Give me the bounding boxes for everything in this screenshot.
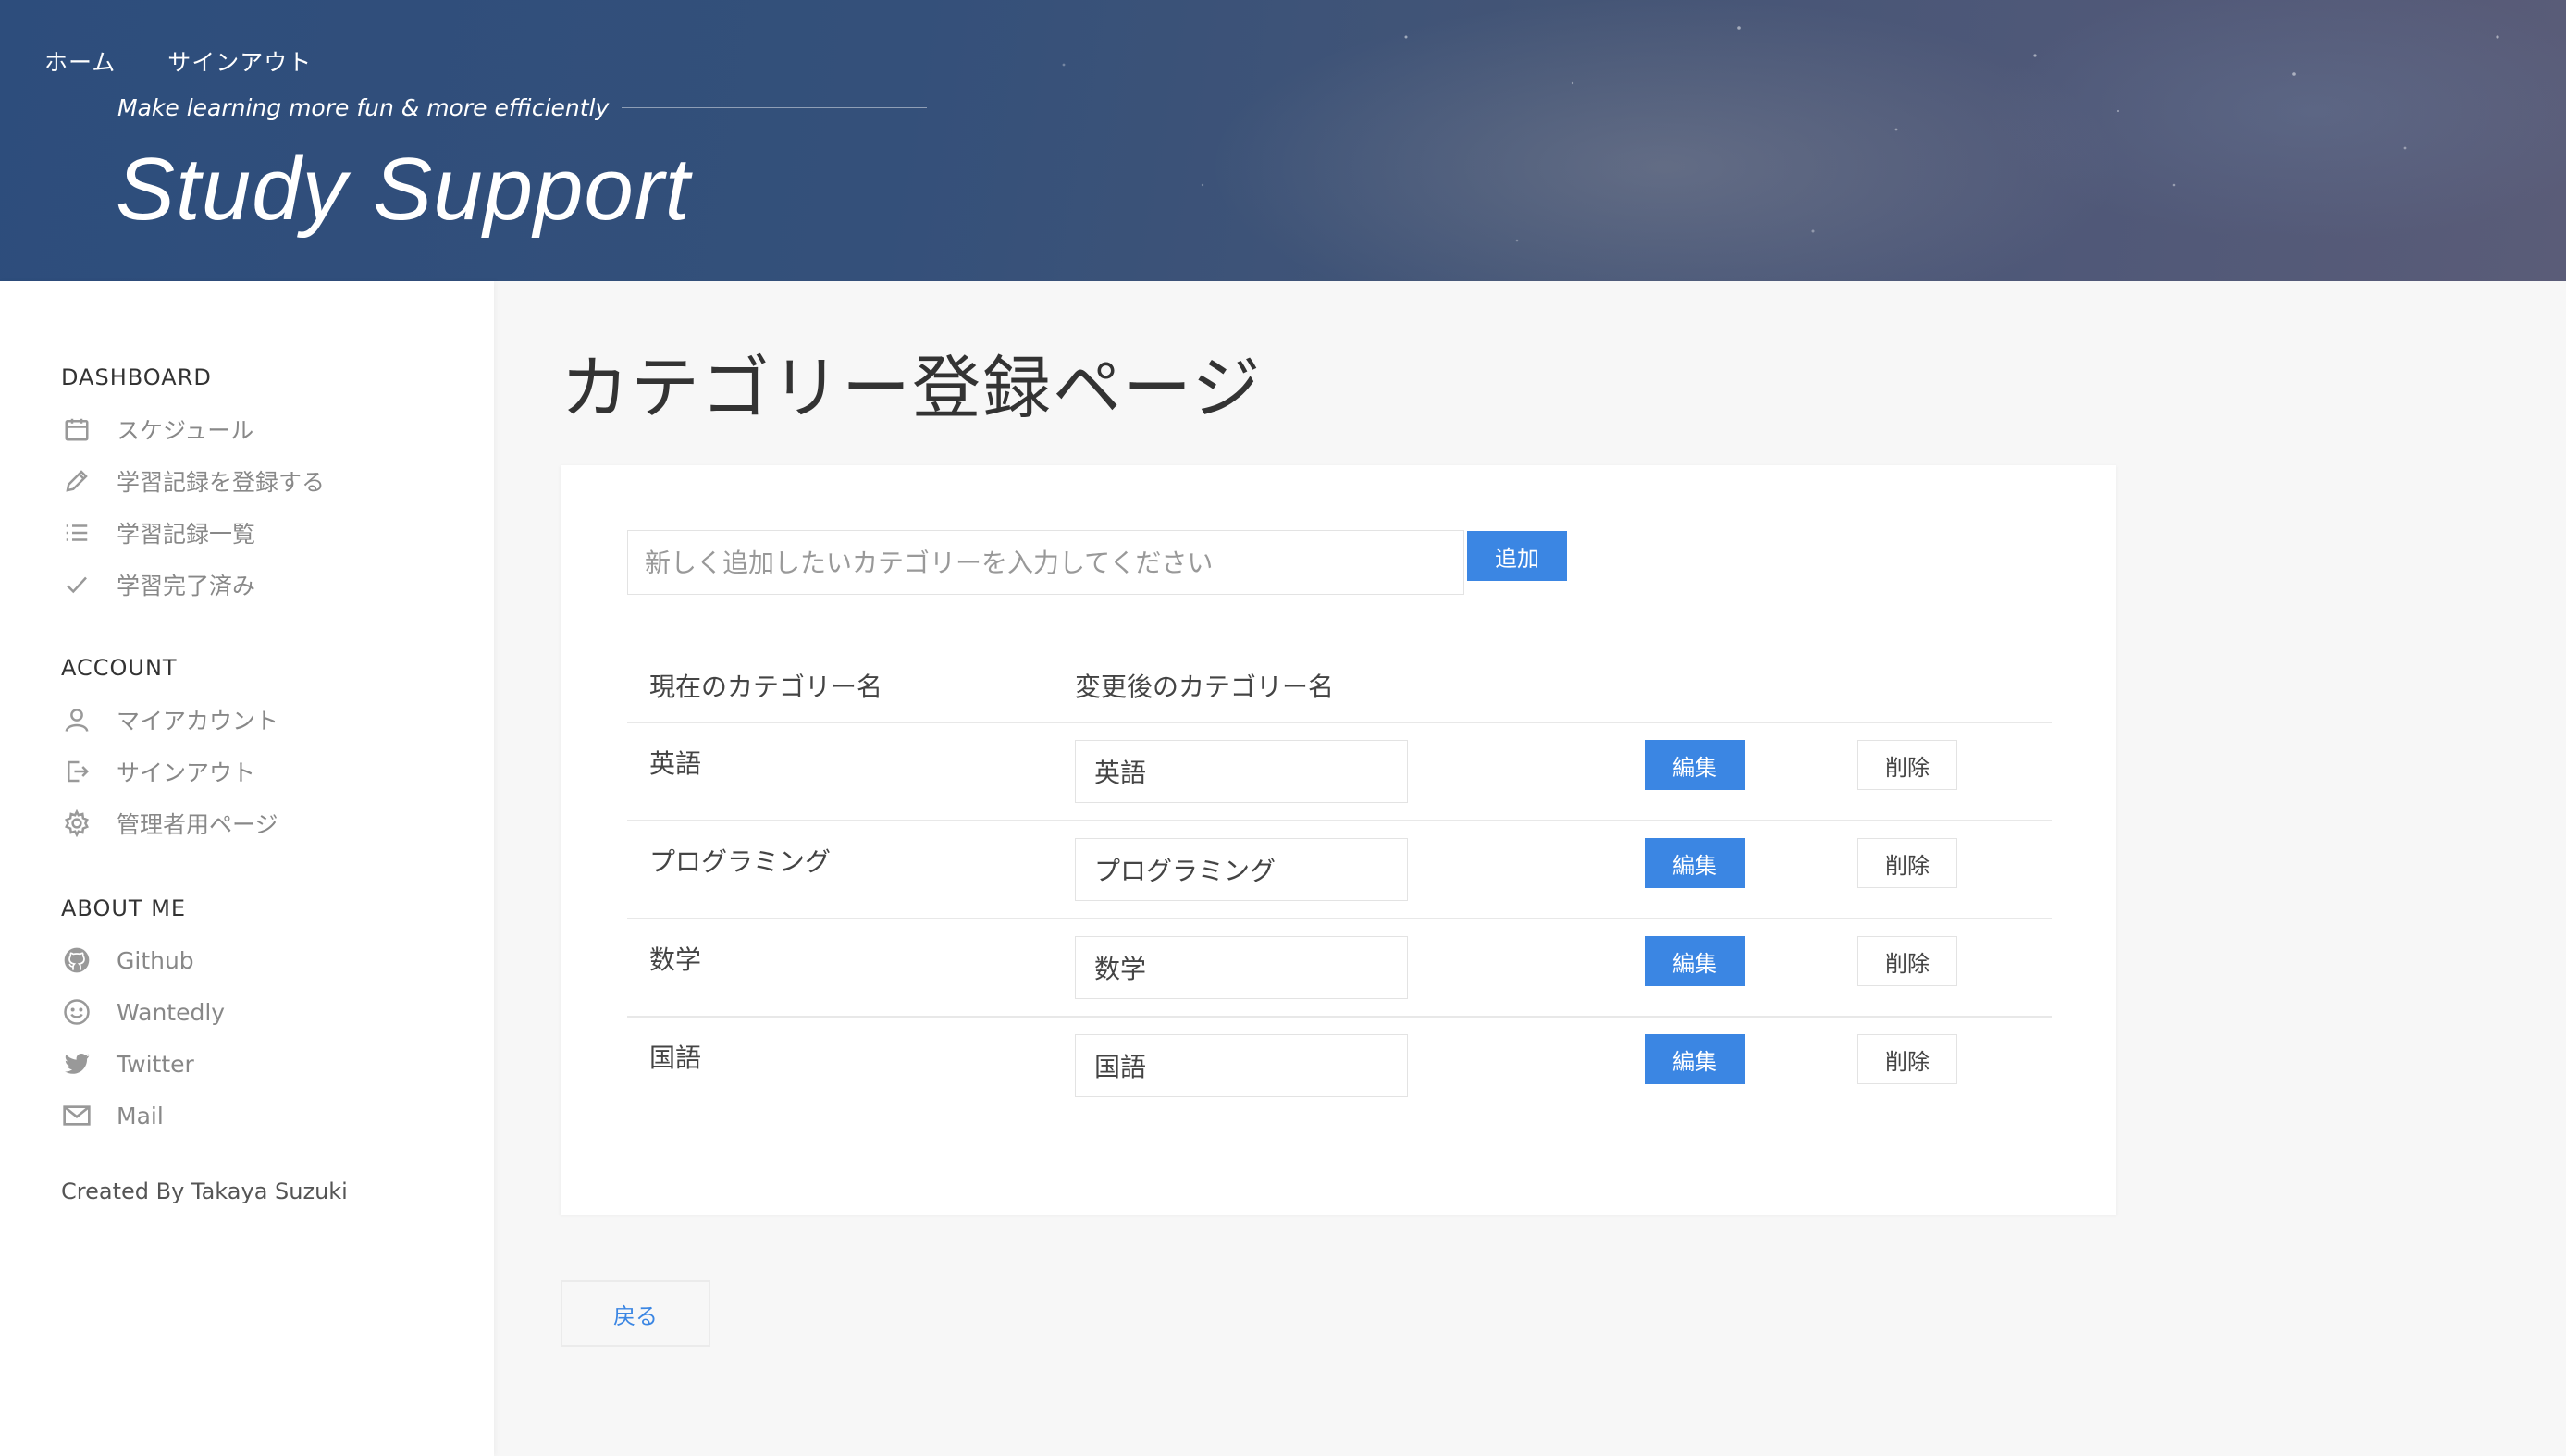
current-category-name: 国語 xyxy=(649,1043,702,1073)
edit-button[interactable]: 編集 xyxy=(1645,838,1745,888)
sidebar-item-completed[interactable]: 学習完了済み xyxy=(61,559,325,611)
delete-button[interactable]: 削除 xyxy=(1857,1034,1957,1084)
sidebar-item-label: スケジュール xyxy=(117,417,254,444)
add-category-button[interactable]: 追加 xyxy=(1467,531,1567,581)
created-by-credit: Created By Takaya Suzuki xyxy=(61,1178,348,1204)
delete-button[interactable]: 削除 xyxy=(1857,838,1957,888)
column-header-current: 現在のカテゴリー名 xyxy=(649,672,883,702)
list-icon xyxy=(61,517,93,549)
check-icon xyxy=(61,569,93,600)
sidebar-heading: DASHBOARD xyxy=(61,364,212,390)
github-icon xyxy=(61,944,93,976)
top-nav: ホーム サインアウト xyxy=(44,44,312,78)
edit-button[interactable]: 編集 xyxy=(1645,936,1745,986)
sidebar-item-label: 管理者用ページ xyxy=(117,811,278,838)
new-category-name-input[interactable] xyxy=(1075,740,1408,803)
sidebar-section-dashboard: DASHBOARD スケジュール 学習記録を登録する 学習記録一覧 学習完了済み xyxy=(61,364,325,611)
site-title: Study Support xyxy=(116,140,691,239)
new-category-name-input[interactable] xyxy=(1075,838,1408,901)
table-row: 国語 編集 削除 xyxy=(627,1016,2052,1114)
pencil-icon xyxy=(61,465,93,497)
sidebar-item-mail[interactable]: Mail xyxy=(61,1090,225,1141)
table-row: 英語 編集 削除 xyxy=(627,722,2052,820)
sidebar-heading: ABOUT ME xyxy=(61,895,187,921)
back-button[interactable]: 戻る xyxy=(561,1280,710,1347)
user-icon xyxy=(61,704,93,735)
sidebar-item-label: マイアカウント xyxy=(117,708,279,734)
sidebar-item-github[interactable]: Github xyxy=(61,934,225,986)
calendar-icon xyxy=(61,413,93,445)
mail-icon xyxy=(61,1100,93,1131)
delete-button[interactable]: 削除 xyxy=(1857,740,1957,790)
sidebar-item-label: サインアウト xyxy=(117,759,256,786)
current-category-name: プログラミング xyxy=(649,846,832,877)
nav-signout-link[interactable]: サインアウト xyxy=(167,44,312,78)
delete-button[interactable]: 削除 xyxy=(1857,936,1957,986)
sidebar-item-label: Twitter xyxy=(117,1050,194,1078)
smile-icon xyxy=(61,996,93,1028)
nav-home-link[interactable]: ホーム xyxy=(44,44,116,78)
tagline-text: Make learning more fun & more efficientl… xyxy=(117,94,610,121)
sidebar-item-schedule[interactable]: スケジュール xyxy=(61,403,325,455)
edit-button[interactable]: 編集 xyxy=(1645,1034,1745,1084)
current-category-name: 数学 xyxy=(649,944,702,975)
sidebar-item-register-record[interactable]: 学習記録を登録する xyxy=(61,455,325,507)
sidebar-item-label: Github xyxy=(117,946,194,974)
sidebar-item-record-list[interactable]: 学習記録一覧 xyxy=(61,507,325,559)
sidebar-section-about: ABOUT ME Github Wantedly Twitter Mail xyxy=(61,895,225,1141)
sidebar-heading: ACCOUNT xyxy=(61,655,178,681)
sidebar-section-account: ACCOUNT マイアカウント サインアウト 管理者用ページ xyxy=(61,655,278,849)
sign-out-icon xyxy=(61,756,93,787)
sidebar-item-twitter[interactable]: Twitter xyxy=(61,1038,225,1090)
site-header: ホーム サインアウト Make learning more fun & more… xyxy=(0,0,2566,281)
sidebar-item-signout[interactable]: サインアウト xyxy=(61,746,278,797)
sidebar-item-label: 学習記録を登録する xyxy=(117,469,326,496)
sidebar-item-label: 学習完了済み xyxy=(117,573,256,599)
current-category-name: 英語 xyxy=(649,748,702,779)
new-category-name-input[interactable] xyxy=(1075,936,1408,999)
sidebar-item-label: Wantedly xyxy=(117,998,226,1026)
sidebar-item-label: Mail xyxy=(117,1102,164,1129)
sidebar-item-my-account[interactable]: マイアカウント xyxy=(61,694,278,746)
page-title: カテゴリー登録ページ xyxy=(561,349,1263,428)
sidebar-item-wantedly[interactable]: Wantedly xyxy=(61,986,225,1038)
sidebar: DASHBOARD スケジュール 学習記録を登録する 学習記録一覧 学習完了済み xyxy=(0,281,494,1456)
sidebar-item-label: 学習記録一覧 xyxy=(117,521,256,548)
tagline-divider xyxy=(622,107,928,108)
new-category-name-input[interactable] xyxy=(1075,1034,1408,1097)
edit-button[interactable]: 編集 xyxy=(1645,740,1745,790)
twitter-icon xyxy=(61,1048,93,1080)
column-header-new: 変更後のカテゴリー名 xyxy=(1075,672,1335,702)
sidebar-item-admin[interactable]: 管理者用ページ xyxy=(61,797,278,849)
site-tagline: Make learning more fun & more efficientl… xyxy=(117,94,928,121)
table-row: プログラミング 編集 削除 xyxy=(627,820,2052,918)
table-row: 数学 編集 削除 xyxy=(627,918,2052,1016)
category-card: 追加 現在のカテゴリー名 変更後のカテゴリー名 英語 編集 削除 プログラミング… xyxy=(561,465,2116,1215)
new-category-input[interactable] xyxy=(627,530,1464,595)
gear-icon xyxy=(61,808,93,839)
